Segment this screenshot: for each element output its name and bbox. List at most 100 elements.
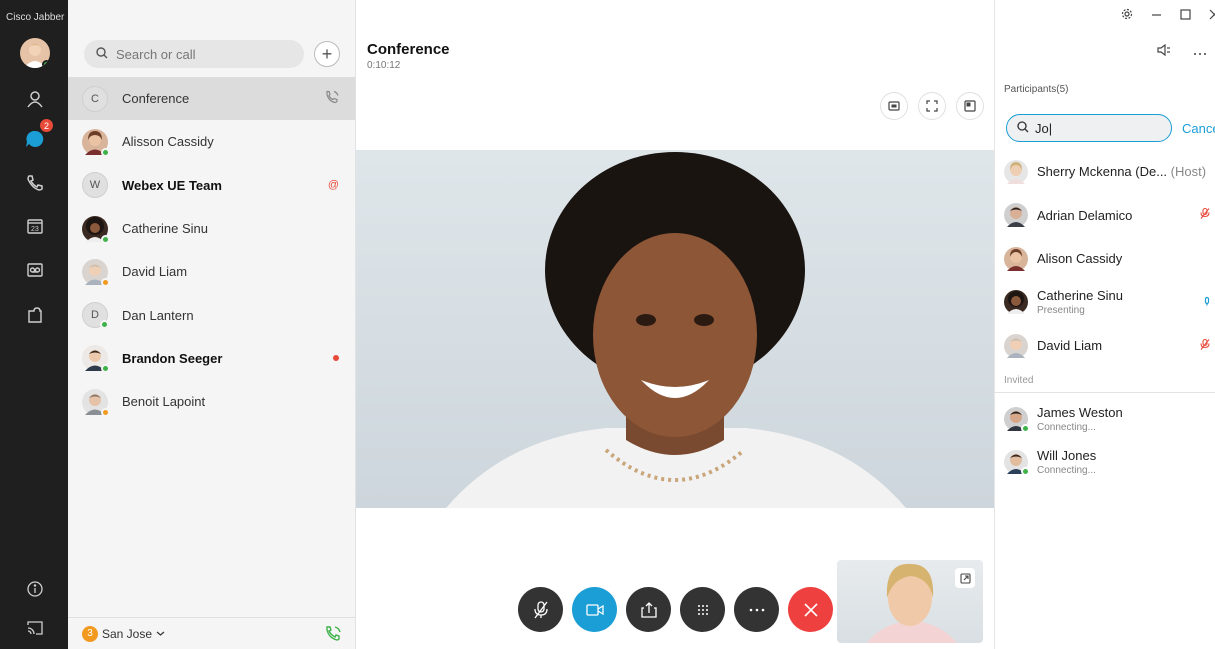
- end-call-button[interactable]: [788, 587, 833, 632]
- call-window: Conference 0:10:12: [356, 0, 994, 649]
- cancel-button[interactable]: Cance: [1182, 121, 1215, 136]
- video-button[interactable]: [572, 587, 617, 632]
- participants-header: Participants(5): [1004, 84, 1069, 95]
- participant-row[interactable]: Alison Cassidy: [995, 237, 1215, 281]
- more-options-button[interactable]: [734, 587, 779, 632]
- call-header-actions: [1157, 43, 1207, 59]
- avatar: [82, 128, 110, 157]
- cast-icon[interactable]: [24, 617, 46, 639]
- share-screen-button[interactable]: [626, 587, 671, 632]
- invited-header: Invited: [1004, 375, 1034, 386]
- popout-icon[interactable]: [956, 92, 984, 120]
- keypad-button[interactable]: [680, 587, 725, 632]
- participant-name: Catherine Sinu: [1037, 288, 1123, 304]
- contact-name: Dan Lantern: [122, 307, 194, 323]
- avatar: D: [82, 302, 109, 330]
- invited-row[interactable]: Will Jones Connecting...: [995, 441, 1215, 485]
- host-label: (Host): [1170, 164, 1207, 180]
- avatar: [1004, 406, 1030, 433]
- invited-list: James Weston Connecting... Will Jones Co…: [995, 397, 1215, 484]
- contact-row[interactable]: W Webex UE Team @: [68, 164, 355, 207]
- participants-panel: Participants(5) Jo| Cance Sherry Mckenna…: [994, 0, 1215, 649]
- chevron-down-icon: [156, 627, 165, 641]
- avatar: [82, 258, 110, 287]
- contact-name: Webex UE Team: [122, 177, 222, 193]
- invited-row[interactable]: James Weston Connecting...: [995, 397, 1215, 441]
- muted-mic-icon: [1200, 208, 1210, 223]
- participant-name: Sherry Mckenna (De...: [1037, 164, 1168, 180]
- contact-row[interactable]: David Liam: [68, 250, 355, 293]
- participant-row[interactable]: Catherine Sinu Presenting: [995, 281, 1215, 325]
- deskphone-icon[interactable]: [325, 626, 341, 645]
- location-label: San Jose: [102, 626, 153, 641]
- participant-row[interactable]: Adrian Delamico: [995, 194, 1215, 238]
- mention-icon: @: [327, 179, 339, 192]
- self-avatar[interactable]: [20, 38, 50, 68]
- speaking-indicator-icon: [1204, 295, 1210, 310]
- contact-name: Benoit Lapoint: [122, 394, 206, 410]
- presence-icon: [101, 407, 110, 417]
- location-footer[interactable]: 3 San Jose: [68, 617, 355, 649]
- divider: [995, 392, 1215, 393]
- invitee-status: Connecting...: [1037, 465, 1096, 477]
- phone-icon[interactable]: [24, 172, 46, 194]
- add-button[interactable]: +: [314, 41, 340, 67]
- navigation-rail: Cisco Jabber 2 23: [0, 0, 68, 649]
- calendar-icon[interactable]: 23: [24, 215, 46, 237]
- avatar: [82, 345, 110, 374]
- avatar: C: [82, 85, 108, 112]
- contact-row[interactable]: Brandon Seeger: [68, 337, 355, 380]
- self-view-video[interactable]: [837, 560, 983, 643]
- search-icon: [1017, 120, 1029, 136]
- call-title: Conference: [367, 41, 450, 58]
- fullscreen-icon[interactable]: [918, 92, 946, 120]
- more-icon[interactable]: [1193, 44, 1207, 59]
- participant-list: Sherry Mckenna (De... (Host) Adrian Dela…: [995, 150, 1215, 368]
- contacts-panel: Search or call + C Conference Alisson Ca…: [68, 0, 356, 649]
- search-icon: [96, 46, 108, 62]
- contact-name: Alisson Cassidy: [122, 134, 214, 150]
- contact-name: David Liam: [122, 264, 188, 280]
- contact-row[interactable]: D Dan Lantern: [68, 293, 355, 336]
- avatar: [1004, 290, 1028, 315]
- maximize-icon[interactable]: [1180, 8, 1191, 23]
- contact-name: Catherine Sinu: [122, 221, 208, 237]
- muted-mic-icon: [1200, 338, 1210, 353]
- call-view-tools: [880, 92, 984, 120]
- call-controls: [518, 587, 833, 632]
- contact-row[interactable]: Catherine Sinu: [68, 207, 355, 250]
- selfview-popout-icon[interactable]: [955, 568, 975, 588]
- search-input[interactable]: Search or call: [84, 40, 304, 68]
- contact-row[interactable]: Benoit Lapoint: [68, 380, 355, 423]
- avatar: [1004, 333, 1028, 358]
- presence-icon: [1021, 423, 1030, 433]
- custom-tab-icon[interactable]: [24, 304, 46, 326]
- participant-name: David Liam: [1037, 338, 1103, 354]
- close-icon[interactable]: [1209, 8, 1215, 23]
- info-icon[interactable]: [24, 578, 46, 600]
- participant-search-value: Jo|: [1035, 120, 1053, 136]
- contact-row[interactable]: C Conference: [68, 77, 355, 121]
- remote-video: [356, 150, 994, 508]
- minimize-icon[interactable]: [1151, 8, 1162, 23]
- contact-list: C Conference Alisson Cassidy W Webex UE …: [68, 77, 355, 423]
- layout-icon[interactable]: [880, 92, 908, 120]
- settings-gear-icon[interactable]: [1121, 8, 1133, 23]
- avatar: [1004, 450, 1030, 477]
- invitee-status: Connecting...: [1037, 421, 1096, 433]
- speaker-icon[interactable]: [1157, 43, 1171, 59]
- contact-name: Brandon Seeger: [122, 350, 223, 366]
- window-controls: [1121, 8, 1215, 23]
- participant-row[interactable]: David Liam: [995, 324, 1215, 368]
- contact-row[interactable]: Alisson Cassidy: [68, 120, 355, 163]
- presence-icon: [1021, 467, 1030, 477]
- participant-name: Alison Cassidy: [1037, 251, 1123, 267]
- unread-dot-icon: [333, 355, 339, 362]
- participant-row[interactable]: Sherry Mckenna (De... (Host): [995, 150, 1215, 194]
- invitee-name: Will Jones: [1037, 448, 1097, 464]
- voicemail-icon[interactable]: [24, 259, 46, 281]
- contacts-icon[interactable]: [24, 88, 46, 110]
- participant-search-input[interactable]: Jo|: [1006, 114, 1172, 142]
- mute-button[interactable]: [518, 587, 563, 632]
- avatar: [1004, 159, 1028, 184]
